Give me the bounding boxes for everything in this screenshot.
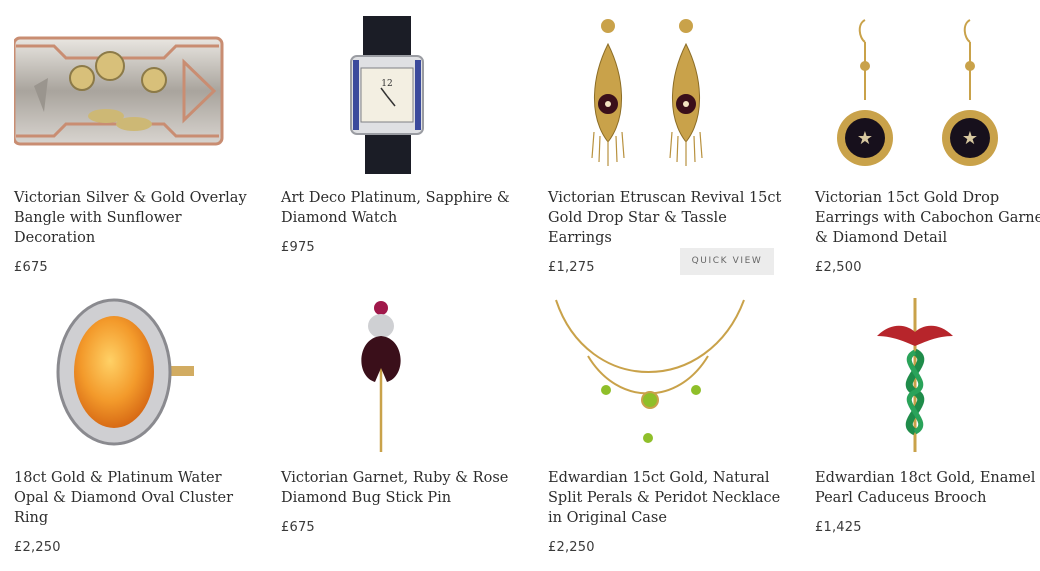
svg-text:12: 12 [381, 79, 392, 89]
product-price: £675 [14, 260, 48, 275]
product-card[interactable]: Edwardian 18ct Gold, Enamel & Pearl Cadu… [815, 296, 1040, 566]
product-price: £2,250 [14, 540, 61, 555]
product-card[interactable]: Edwardian 15ct Gold, Natural Split Peral… [548, 296, 798, 566]
product-title[interactable]: Victorian Silver & Gold Overlay Bangle w… [14, 188, 254, 248]
product-title[interactable]: 18ct Gold & Platinum Water Opal & Diamon… [14, 468, 254, 528]
svg-text:★: ★ [857, 128, 873, 149]
product-price: £975 [281, 240, 315, 255]
product-price: £2,250 [548, 540, 595, 555]
watch-icon[interactable]: 12 [281, 16, 531, 178]
quick-view-button[interactable]: QUICK VIEW [680, 248, 774, 275]
product-card[interactable]: 18ct Gold & Platinum Water Opal & Diamon… [14, 296, 264, 566]
svg-text:★: ★ [962, 128, 978, 149]
product-card[interactable]: 12 Art Deco Platinum, Sapphire & Diamond… [281, 16, 531, 286]
opal-ring-icon[interactable] [14, 296, 264, 458]
product-card[interactable]: Victorian Silver & Gold Overlay Bangle w… [14, 16, 264, 286]
necklace-icon[interactable] [548, 296, 798, 458]
garnet-earrings-icon[interactable]: ★ ★ [815, 16, 1040, 178]
tassle-earrings-icon[interactable] [548, 16, 798, 178]
product-title[interactable]: Victorian Garnet, Ruby & Rose Diamond Bu… [281, 468, 521, 508]
product-title[interactable]: Victorian Etruscan Revival 15ct Gold Dro… [548, 188, 788, 248]
product-price: £1,425 [815, 520, 862, 535]
bangle-icon[interactable] [14, 16, 264, 178]
product-title[interactable]: Victorian 15ct Gold Drop Earrings with C… [815, 188, 1040, 248]
product-title[interactable]: Edwardian 15ct Gold, Natural Split Peral… [548, 468, 788, 528]
product-card[interactable]: Victorian Etruscan Revival 15ct Gold Dro… [548, 16, 798, 286]
product-title[interactable]: Art Deco Platinum, Sapphire & Diamond Wa… [281, 188, 521, 228]
bug-pin-icon[interactable] [281, 296, 531, 458]
product-grid: Victorian Silver & Gold Overlay Bangle w… [0, 0, 1040, 571]
caduceus-brooch-icon[interactable] [815, 296, 1040, 458]
product-card[interactable]: Victorian Garnet, Ruby & Rose Diamond Bu… [281, 296, 531, 566]
product-title[interactable]: Edwardian 18ct Gold, Enamel & Pearl Cadu… [815, 468, 1040, 508]
product-price: £1,275 [548, 260, 595, 275]
product-price: £2,500 [815, 260, 862, 275]
product-price: £675 [281, 520, 315, 535]
product-card[interactable]: ★ ★ Victorian 15ct Gold Drop Earrings wi… [815, 16, 1040, 286]
